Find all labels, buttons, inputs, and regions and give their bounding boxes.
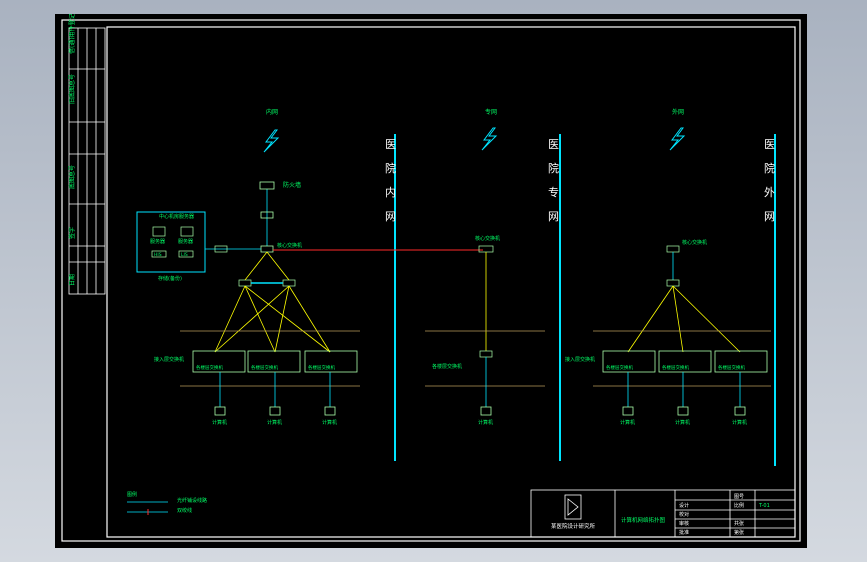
- server-label: 服务器: [150, 238, 165, 245]
- outer-core-node: [666, 245, 680, 253]
- network-name-char: 专: [548, 185, 559, 199]
- agg-switch-node: [282, 279, 296, 287]
- server-sub-label: LIS: [181, 252, 188, 258]
- title-row-label: 批准: [679, 529, 689, 536]
- computer-icon: [214, 406, 226, 416]
- drawing-name: 计算机网络拓扑图: [621, 516, 666, 524]
- computer-icon: [324, 406, 336, 416]
- terminal-drops: [219, 357, 741, 407]
- network-name-char: 外: [764, 186, 775, 199]
- network-name-char: 院: [764, 161, 775, 175]
- side-strip-label: 签字: [68, 227, 76, 239]
- outer-cloud-label: 外网: [672, 108, 684, 116]
- network-name-char: 网: [548, 210, 559, 223]
- legend-item: 光纤铺设线路: [177, 497, 207, 504]
- network-topology-diagram: 借(通)用件登记 旧底图总号 底图总号 签字 日期 医 院 内 网 医 院 专 …: [61, 14, 801, 542]
- core-switch-label: 核心交换机: [277, 242, 302, 249]
- side-strip-label: 底图总号: [68, 165, 76, 189]
- core-switch-node: [260, 245, 274, 253]
- outer-uplinks: [627, 285, 741, 353]
- storage-label: 存储(备份): [158, 275, 182, 282]
- special-core-label: 核心交换机: [475, 235, 500, 242]
- computer-icon: [677, 406, 689, 416]
- network-name-char: 医: [548, 138, 559, 151]
- network-name-char: 医: [764, 138, 775, 151]
- switch-group-label: 各楼层交换机: [662, 364, 689, 371]
- computer-icon: [622, 406, 634, 416]
- special-access-node: [479, 350, 493, 358]
- server-label: 服务器: [178, 238, 193, 245]
- inner-uplinks: [214, 251, 331, 353]
- firewall-node: [259, 181, 275, 190]
- network-name-char: 院: [385, 161, 396, 175]
- title-row-label: 设计: [679, 502, 689, 509]
- special-switch-group-label: 各楼层交换机: [432, 363, 462, 370]
- title-right-cell: 比例: [734, 502, 744, 509]
- computer-icon: [269, 406, 281, 416]
- firewall-label: 防火墙: [283, 181, 301, 189]
- server-box-title: 中心机房服务器: [159, 213, 194, 220]
- side-strip-label: 借(通)用件登记: [68, 14, 76, 54]
- terminal-label: 计算机: [478, 419, 493, 426]
- drawing-sheet: 借(通)用件登记 旧底图总号 底图总号 签字 日期 医 院 内 网 医 院 专 …: [55, 14, 807, 548]
- agg-switch-node: [238, 279, 252, 287]
- access-label: 接入层交换机: [154, 356, 184, 363]
- server-room-box: [136, 211, 206, 273]
- server-icon: [180, 226, 194, 237]
- cad-viewport[interactable]: 借(通)用件登记 旧底图总号 底图总号 签字 日期 医 院 内 网 医 院 专 …: [0, 0, 867, 562]
- switch-group-label: 各楼层交换机: [606, 364, 633, 371]
- terminal-label: 计算机: [322, 419, 337, 426]
- company-name: 某医院设计研究所: [551, 522, 596, 530]
- inner-cloud-label: 内网: [266, 108, 278, 116]
- outer-access-label: 接入层交换机: [565, 356, 595, 363]
- server-icon: [152, 226, 166, 237]
- terminal-label: 计算机: [267, 419, 282, 426]
- title-right-cell: 共张: [734, 520, 744, 527]
- drawing-number: T-01: [758, 503, 770, 509]
- title-right-cell: 第张: [734, 529, 744, 536]
- network-name-char: 医: [385, 138, 396, 151]
- title-row-label: 校对: [679, 511, 689, 518]
- side-strip: [68, 27, 106, 295]
- side-strip-label: 旧底图总号: [68, 74, 76, 104]
- switch-group-label: 各楼层交换机: [196, 364, 223, 371]
- legend-item: 双绞线: [177, 507, 192, 514]
- outer-core-label: 核心交换机: [682, 239, 707, 246]
- terminal-label: 计算机: [675, 419, 690, 426]
- computer-icon: [734, 406, 746, 416]
- title-right-cell: 图号: [734, 494, 744, 500]
- side-strip-label: 日期: [68, 274, 76, 286]
- switch-group-label: 各楼层交换机: [308, 364, 335, 371]
- outer-agg-node: [666, 279, 680, 287]
- special-lightning-icon: [481, 127, 498, 151]
- inner-border: [106, 26, 796, 538]
- server-sub-label: HIS: [154, 252, 162, 258]
- logo-mark: [567, 498, 579, 516]
- terminal-icons: [214, 406, 746, 416]
- segment-lines: [180, 330, 771, 387]
- title-row-label: 审核: [679, 520, 689, 527]
- outer-lightning-icon: [669, 127, 686, 151]
- network-name-char: 院: [548, 161, 559, 175]
- switch-group-label: 各楼层交换机: [251, 364, 278, 371]
- inner-lightning-icon: [263, 129, 280, 153]
- network-name-char: 网: [385, 210, 396, 223]
- special-core-node: [478, 245, 494, 253]
- network-name-char: 内: [385, 185, 396, 199]
- outer-network-name: 医 院 外 网: [764, 138, 775, 223]
- computer-icon: [480, 406, 492, 416]
- special-network-name: 医 院 专 网: [548, 138, 559, 223]
- terminal-label: 计算机: [212, 419, 227, 426]
- network-name-char: 网: [764, 210, 775, 223]
- special-cloud-label: 专网: [485, 108, 497, 116]
- switch-group-label: 各楼层交换机: [718, 364, 745, 371]
- terminal-label: 计算机: [620, 419, 635, 426]
- terminal-label: 计算机: [732, 419, 747, 426]
- legend-title: 图例: [127, 491, 137, 498]
